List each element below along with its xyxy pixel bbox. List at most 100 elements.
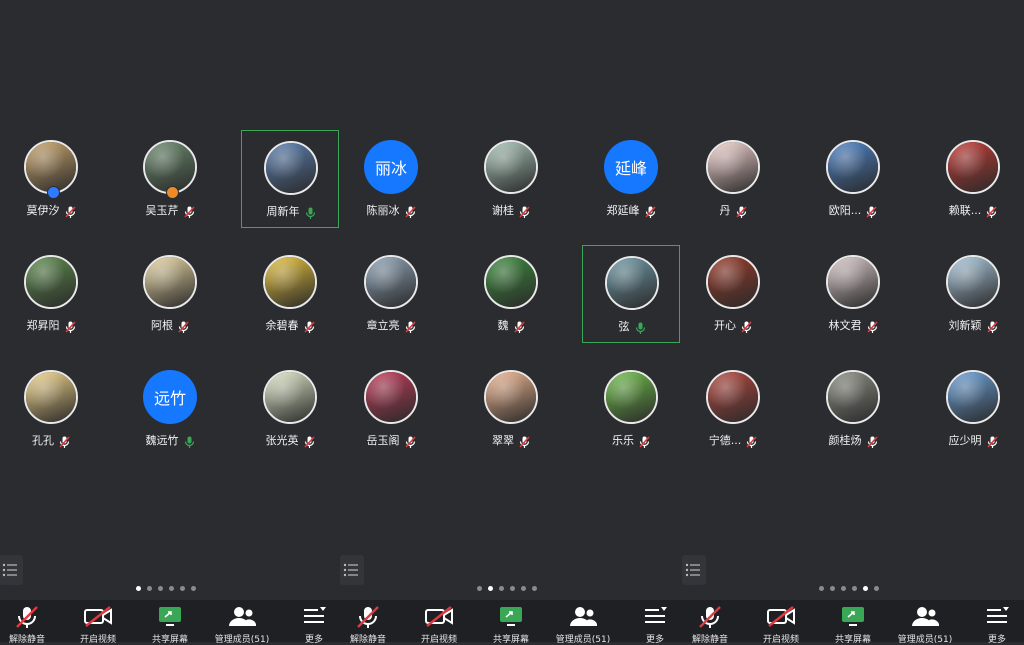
participant-tile[interactable]: 孔孔 <box>2 360 100 458</box>
participant-tile[interactable]: 岳玉阁 <box>342 360 440 458</box>
toolbar-label: 解除静音 <box>8 635 45 645</box>
mic-muted-icon <box>866 204 877 218</box>
participant-avatar <box>263 370 317 424</box>
participant-name: 孔孔 <box>32 434 54 447</box>
participant-tile[interactable]: 乐乐 <box>582 360 680 458</box>
list-menu-button[interactable] <box>340 555 364 585</box>
participant-avatar <box>24 255 78 309</box>
page-dot[interactable] <box>863 586 868 591</box>
page-indicator <box>136 586 196 591</box>
mic-muted-icon <box>513 319 525 333</box>
participant-label: 吴玉芹 <box>121 202 219 218</box>
page-dot[interactable] <box>510 586 515 591</box>
mic-muted-icon <box>404 319 416 333</box>
page-dot[interactable] <box>477 586 482 591</box>
page-dot[interactable] <box>532 586 537 591</box>
participant-avatar <box>484 140 538 194</box>
mic-muted-icon <box>178 319 189 333</box>
participant-tile[interactable]: 林文君 <box>804 245 902 343</box>
avatar-photo <box>948 257 998 307</box>
participant-label: 岳玉阁 <box>342 432 440 448</box>
list-menu-button[interactable] <box>682 555 706 585</box>
participant-label: 章立亮 <box>342 317 440 333</box>
avatar-photo <box>266 143 316 193</box>
participant-tile[interactable]: 郑昇阳 <box>2 245 100 343</box>
participant-tile[interactable]: 余碧春 <box>241 245 339 343</box>
page-dot[interactable] <box>147 586 152 591</box>
participant-label: 乐乐 <box>582 432 680 448</box>
manage-members-button[interactable]: 管理成员(51) <box>890 600 960 645</box>
participant-avatar <box>364 370 418 424</box>
page-dot[interactable] <box>191 586 196 591</box>
participant-tile[interactable]: 应少明 <box>924 360 1022 458</box>
participant-tile[interactable]: 丽冰 陈丽冰 <box>342 130 440 228</box>
start-video-button[interactable]: 开启视频 <box>404 600 474 645</box>
page-dot[interactable] <box>158 586 163 591</box>
participant-name: 应少明 <box>948 434 982 447</box>
participant-tile[interactable]: 延峰 郑延峰 <box>582 130 680 228</box>
page-dot[interactable] <box>521 586 526 591</box>
participant-avatar <box>946 255 1000 309</box>
participant-tile[interactable]: 颜桂炀 <box>804 360 902 458</box>
participant-tile[interactable]: 丹 <box>684 130 782 228</box>
participant-name: 开心 <box>714 319 736 332</box>
participant-label: 孔孔 <box>2 432 100 448</box>
participant-tile[interactable]: 吴玉芹 <box>121 130 219 228</box>
mic-muted-icon <box>644 204 656 218</box>
participant-tile[interactable]: 翠翠 <box>462 360 560 458</box>
participant-tile[interactable]: 莫伊汐 <box>2 130 100 228</box>
avatar-photo <box>145 257 195 307</box>
avatar-photo <box>366 257 416 307</box>
page-dot[interactable] <box>499 586 504 591</box>
participant-tile[interactable]: 赖联... <box>924 130 1022 228</box>
share-screen-button[interactable]: 共享屏幕 <box>818 600 888 645</box>
participant-tile[interactable]: 章立亮 <box>342 245 440 343</box>
start-video-button[interactable]: 开启视频 <box>63 600 133 645</box>
participant-tile[interactable]: 欧阳... <box>804 130 902 228</box>
unmute-button[interactable]: 解除静音 <box>333 600 403 645</box>
unmute-button[interactable]: 解除静音 <box>675 600 745 645</box>
share-screen-button[interactable]: 共享屏幕 <box>135 600 205 645</box>
page-dot[interactable] <box>819 586 824 591</box>
page-dot[interactable] <box>180 586 185 591</box>
participant-tile[interactable]: 张光英 <box>241 360 339 458</box>
participant-name: 章立亮 <box>366 319 400 332</box>
share-screen-button[interactable]: 共享屏幕 <box>476 600 546 645</box>
participant-tile[interactable]: 弦 <box>582 245 680 343</box>
page-dot[interactable] <box>852 586 857 591</box>
participant-tile[interactable]: 宁德... <box>684 360 782 458</box>
page-dot[interactable] <box>169 586 174 591</box>
more-icon <box>642 605 668 631</box>
mic-muted-icon <box>404 204 416 218</box>
unmute-button[interactable]: 解除静音 <box>0 600 62 645</box>
participant-tile[interactable]: 阿根 <box>121 245 219 343</box>
toolbar-label: 开启视频 <box>420 635 457 645</box>
page-dot[interactable] <box>841 586 846 591</box>
participant-name: 陈丽冰 <box>366 204 400 217</box>
participant-tile[interactable]: 谢桂 <box>462 130 560 228</box>
manage-members-button[interactable]: 管理成员(51) <box>207 600 277 645</box>
toolbar-label: 共享屏幕 <box>151 635 188 645</box>
participant-label: 欧阳... <box>804 202 902 218</box>
participant-tile[interactable]: 刘新颖 <box>924 245 1022 343</box>
mic-on-icon <box>184 434 195 448</box>
participant-tile[interactable]: 远竹 魏远竹 <box>121 360 219 458</box>
participant-avatar: 远竹 <box>143 370 197 424</box>
page-dot[interactable] <box>874 586 879 591</box>
mic-muted-icon <box>64 204 76 218</box>
participant-avatar <box>24 370 78 424</box>
more-button[interactable]: 更多 <box>962 600 1024 645</box>
list-menu-button[interactable] <box>0 555 23 585</box>
participant-tile[interactable]: 开心 <box>684 245 782 343</box>
members-icon <box>227 605 257 631</box>
manage-members-button[interactable]: 管理成员(51) <box>548 600 618 645</box>
mic-muted-icon <box>639 434 650 448</box>
page-dot[interactable] <box>488 586 493 591</box>
participant-tile[interactable]: 周新年 <box>241 130 339 228</box>
page-dot[interactable] <box>136 586 141 591</box>
start-video-button[interactable]: 开启视频 <box>746 600 816 645</box>
mic-muted-icon <box>519 434 530 448</box>
participant-tile[interactable]: 魏 <box>462 245 560 343</box>
avatar-photo <box>828 372 878 422</box>
page-dot[interactable] <box>830 586 835 591</box>
